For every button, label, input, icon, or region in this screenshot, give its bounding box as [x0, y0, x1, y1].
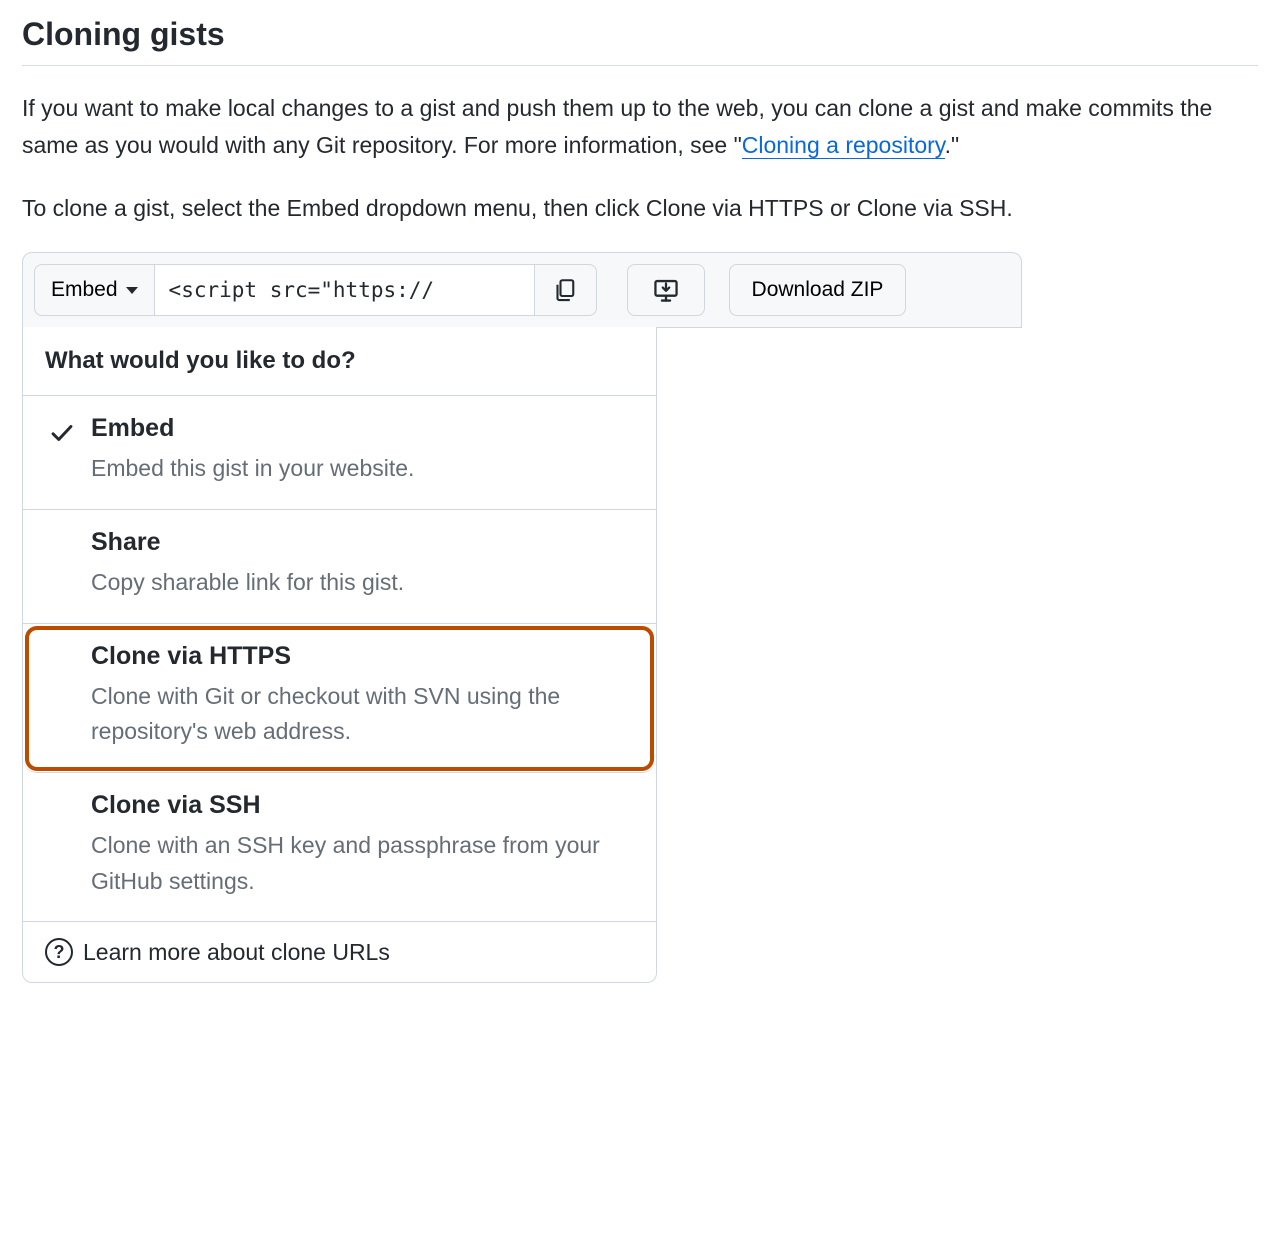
open-desktop-button[interactable]	[627, 264, 705, 316]
download-zip-label: Download ZIP	[752, 278, 884, 302]
intro-paragraph-2: To clone a gist, select the Embed dropdo…	[22, 190, 1258, 227]
gist-toolbar: Embed Download ZIP	[22, 252, 1022, 328]
dropdown-item-desc: Copy sharable link for this gist.	[91, 565, 634, 601]
intro-paragraph-1: If you want to make local changes to a g…	[22, 90, 1258, 164]
embed-url-input[interactable]	[155, 264, 535, 316]
dropdown-item-title: Clone via HTTPS	[91, 642, 634, 671]
dropdown-item-title: Clone via SSH	[91, 791, 634, 820]
embed-dropdown-button[interactable]: Embed	[34, 264, 155, 316]
dropdown-item-desc: Clone with an SSH key and passphrase fro…	[91, 828, 634, 899]
embed-label: Embed	[51, 278, 118, 302]
check-icon	[49, 420, 75, 446]
copy-button[interactable]	[535, 264, 597, 316]
embed-dropdown-menu: What would you like to do? Embed Embed t…	[22, 327, 657, 983]
dropdown-item-clone-ssh[interactable]: Clone via SSH Clone with an SSH key and …	[23, 773, 656, 922]
section-heading: Cloning gists	[22, 16, 1258, 66]
dropdown-item-title: Embed	[91, 414, 634, 443]
cloning-repo-link[interactable]: Cloning a repository	[742, 132, 945, 159]
help-icon: ?	[45, 938, 73, 966]
dropdown-item-title: Share	[91, 528, 634, 557]
dropdown-item-share[interactable]: Share Copy sharable link for this gist.	[23, 510, 656, 624]
caret-down-icon	[126, 287, 138, 294]
dropdown-item-clone-https[interactable]: Clone via HTTPS Clone with Git or checko…	[23, 624, 656, 773]
copy-icon	[553, 278, 577, 302]
dropdown-item-desc: Clone with Git or checkout with SVN usin…	[91, 679, 634, 750]
para1-after: ."	[945, 132, 960, 158]
download-zip-button[interactable]: Download ZIP	[729, 264, 907, 316]
dropdown-item-embed[interactable]: Embed Embed this gist in your website.	[23, 396, 656, 510]
desktop-download-icon	[653, 277, 679, 303]
dropdown-header: What would you like to do?	[23, 327, 656, 396]
dropdown-item-desc: Embed this gist in your website.	[91, 451, 634, 487]
dropdown-footer-link[interactable]: ? Learn more about clone URLs	[23, 922, 656, 982]
dropdown-footer-label: Learn more about clone URLs	[83, 939, 390, 966]
para1-before: If you want to make local changes to a g…	[22, 95, 1212, 158]
